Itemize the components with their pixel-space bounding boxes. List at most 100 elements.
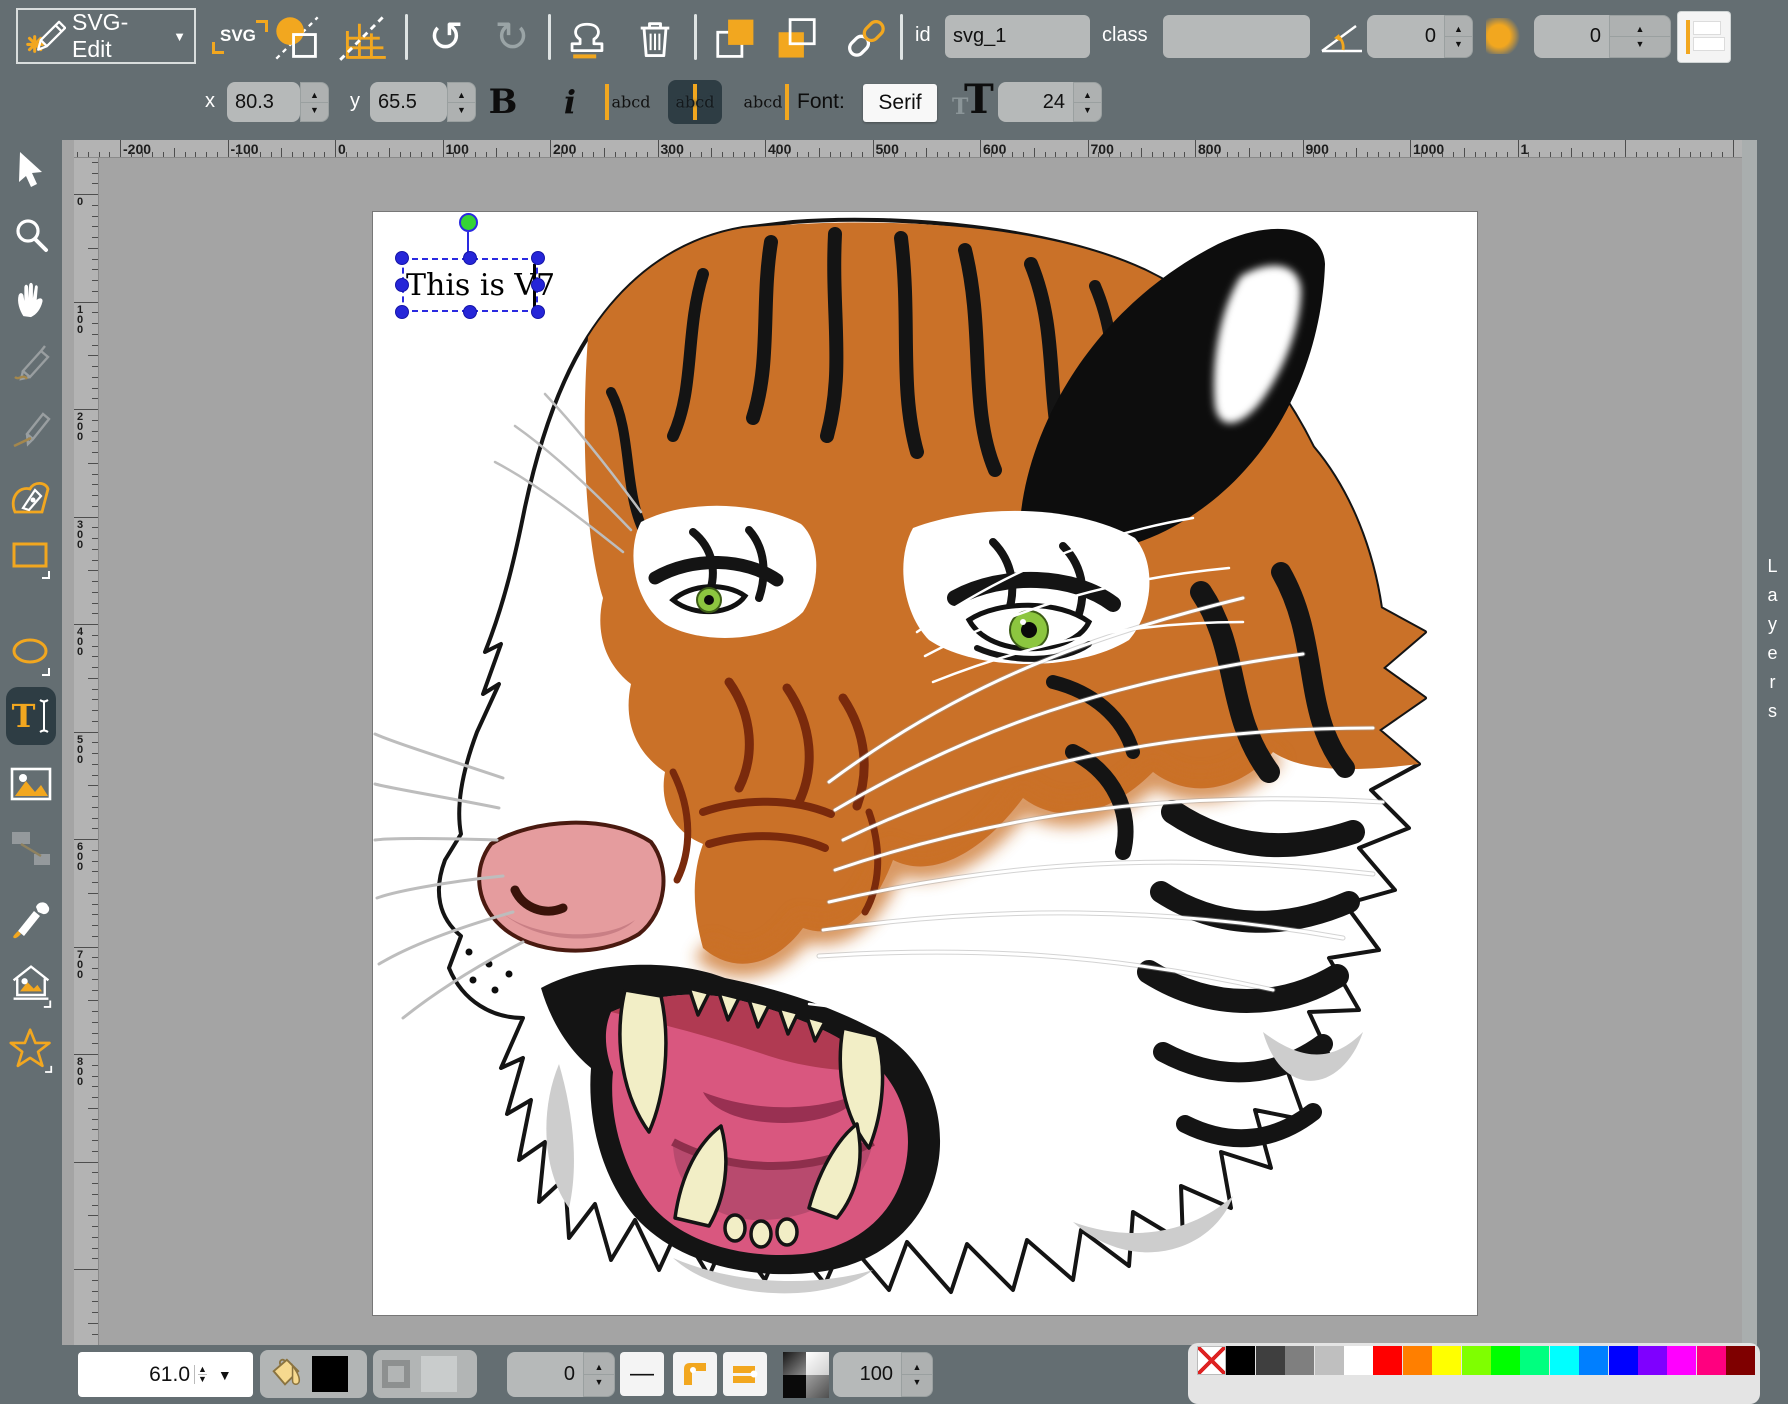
rotate-handle[interactable]	[459, 213, 478, 232]
align-dropdown[interactable]	[1678, 12, 1730, 62]
blur-input[interactable]	[1534, 15, 1609, 58]
tool-ellipse[interactable]	[9, 633, 53, 677]
palette-swatch-7f7f7f[interactable]	[1285, 1346, 1314, 1375]
palette-swatch-00ff7f[interactable]	[1520, 1346, 1549, 1375]
tool-pan[interactable]	[9, 278, 53, 322]
opacity-gradient-icon[interactable]	[783, 1352, 829, 1398]
spinner-up-icon[interactable]: ▲	[457, 90, 466, 100]
fill-color-swatch[interactable]	[312, 1356, 348, 1392]
zoom-input[interactable]	[78, 1363, 190, 1387]
spinner-down-icon[interactable]: ▼	[1454, 39, 1463, 49]
palette-swatch-0000ff[interactable]	[1609, 1346, 1638, 1375]
source-editor-button[interactable]: SVG	[212, 18, 270, 58]
palette-swatch-ffffff[interactable]	[1344, 1346, 1373, 1375]
zoom-spinner[interactable]: ▲▼	[194, 1365, 210, 1384]
palette-swatch-00ffff[interactable]	[1550, 1346, 1579, 1375]
clone-button[interactable]	[560, 12, 614, 64]
angle-spinner[interactable]: ▲ ▼	[1444, 15, 1473, 58]
spinner-up-icon[interactable]: ▲	[310, 90, 319, 100]
spinner-up-icon: ▲	[198, 1365, 207, 1374]
spinner-down-icon[interactable]: ▼	[1083, 105, 1092, 115]
font-size-spinner[interactable]: ▲ ▼	[1073, 82, 1102, 122]
blur-spinner[interactable]: ▲ ▼	[1609, 15, 1671, 58]
opacity-spinner[interactable]: ▲▼	[901, 1352, 933, 1397]
palette-swatch-ffff00[interactable]	[1432, 1346, 1461, 1375]
selection-handle-ne[interactable]	[531, 251, 545, 265]
tool-star[interactable]	[9, 1028, 53, 1072]
tool-shape-library[interactable]	[9, 962, 53, 1006]
main-menu-button[interactable]: SVG-Edit ▼	[16, 8, 196, 64]
spinner-up-icon[interactable]: ▲	[1083, 90, 1092, 100]
linejoin-button[interactable]	[673, 1352, 717, 1396]
stroke-width-spinner[interactable]: ▲▼	[583, 1352, 615, 1397]
palette-swatch-none[interactable]	[1197, 1346, 1226, 1375]
text-anchor-end-button[interactable]: abcd	[736, 80, 790, 124]
text-x-input[interactable]	[227, 82, 300, 122]
palette-swatch-ff7f00[interactable]	[1403, 1346, 1432, 1375]
tool-eyedropper[interactable]	[9, 895, 53, 939]
redo-button[interactable]: ↻	[486, 8, 538, 64]
selection-handle-e[interactable]	[531, 278, 545, 292]
palette-swatch-7f0000[interactable]	[1726, 1346, 1755, 1375]
palette-swatch-007fff[interactable]	[1579, 1346, 1608, 1375]
element-id-input[interactable]	[945, 15, 1090, 58]
tool-image[interactable]	[9, 763, 53, 807]
palette-swatch-ff0000[interactable]	[1373, 1346, 1402, 1375]
selection-handle-s[interactable]	[463, 305, 477, 319]
layers-panel-tab[interactable]: L a y e r s	[1757, 0, 1788, 1404]
zoom-control[interactable]: ▲▼ ▼	[78, 1352, 253, 1397]
palette-swatch-ff007f[interactable]	[1697, 1346, 1726, 1375]
tool-line[interactable]	[9, 407, 53, 451]
text-anchor-middle-button[interactable]: abcd	[668, 80, 722, 124]
bold-button[interactable]: B	[482, 78, 524, 126]
make-link-button[interactable]	[838, 12, 894, 64]
stroke-dash-button[interactable]: —	[620, 1352, 664, 1396]
angle-input[interactable]	[1367, 15, 1444, 58]
text-anchor-start-button[interactable]: abcd	[604, 80, 658, 124]
italic-button[interactable]: i	[552, 78, 588, 126]
stroke-color-swatch[interactable]	[421, 1356, 457, 1392]
selection-handle-se[interactable]	[531, 305, 545, 319]
selection-handle-w[interactable]	[395, 278, 409, 292]
element-class-input[interactable]	[1163, 15, 1310, 58]
delete-button[interactable]	[628, 12, 682, 64]
stroke-width-input[interactable]	[507, 1352, 583, 1397]
selection-handle-sw[interactable]	[395, 305, 409, 319]
palette-swatch-7f00ff[interactable]	[1638, 1346, 1667, 1375]
spinner-up-icon[interactable]: ▲	[1636, 24, 1645, 34]
font-family-button[interactable]: Serif	[863, 84, 937, 122]
palette-swatch-000000[interactable]	[1226, 1346, 1255, 1375]
palette-swatch-7fff00[interactable]	[1462, 1346, 1491, 1375]
spinner-down-icon[interactable]: ▼	[310, 105, 319, 115]
font-size-input[interactable]	[998, 82, 1073, 122]
selection-handle-nw[interactable]	[395, 251, 409, 265]
tool-pencil[interactable]	[9, 342, 53, 386]
editor-preferences-button[interactable]	[336, 12, 390, 62]
palette-swatch-3f3f3f[interactable]	[1256, 1346, 1285, 1375]
tool-text[interactable]: T	[6, 687, 56, 745]
opacity-input[interactable]	[833, 1352, 901, 1397]
palette-swatch-ff00ff[interactable]	[1667, 1346, 1696, 1375]
undo-button[interactable]: ↺	[420, 8, 472, 64]
tool-rect[interactable]	[9, 536, 53, 580]
move-to-bottom-button[interactable]	[770, 12, 824, 64]
selection-handle-n[interactable]	[463, 251, 477, 265]
palette-swatch-bfbfbf[interactable]	[1315, 1346, 1344, 1375]
spinner-up-icon[interactable]: ▲	[1454, 24, 1463, 34]
x-spinner[interactable]: ▲ ▼	[300, 82, 329, 122]
canvas-scrollbar[interactable]	[1742, 140, 1757, 1345]
tool-zoom[interactable]	[9, 213, 53, 257]
palette-swatch-00ff00[interactable]	[1491, 1346, 1520, 1375]
zoom-dropdown-icon[interactable]: ▼	[218, 1367, 232, 1383]
tool-select[interactable]	[9, 148, 53, 192]
document-properties-button[interactable]	[272, 14, 322, 62]
text-y-input[interactable]	[370, 82, 447, 122]
linecap-button[interactable]	[723, 1352, 767, 1396]
move-to-top-button[interactable]	[708, 12, 762, 64]
tool-path[interactable]	[9, 474, 53, 518]
tool-connector[interactable]	[9, 826, 53, 870]
spinner-down-icon[interactable]: ▼	[1636, 39, 1645, 49]
y-spinner[interactable]: ▲ ▼	[447, 82, 476, 122]
spinner-down-icon[interactable]: ▼	[457, 105, 466, 115]
svg-canvas[interactable]: This is V7	[373, 212, 1477, 1315]
